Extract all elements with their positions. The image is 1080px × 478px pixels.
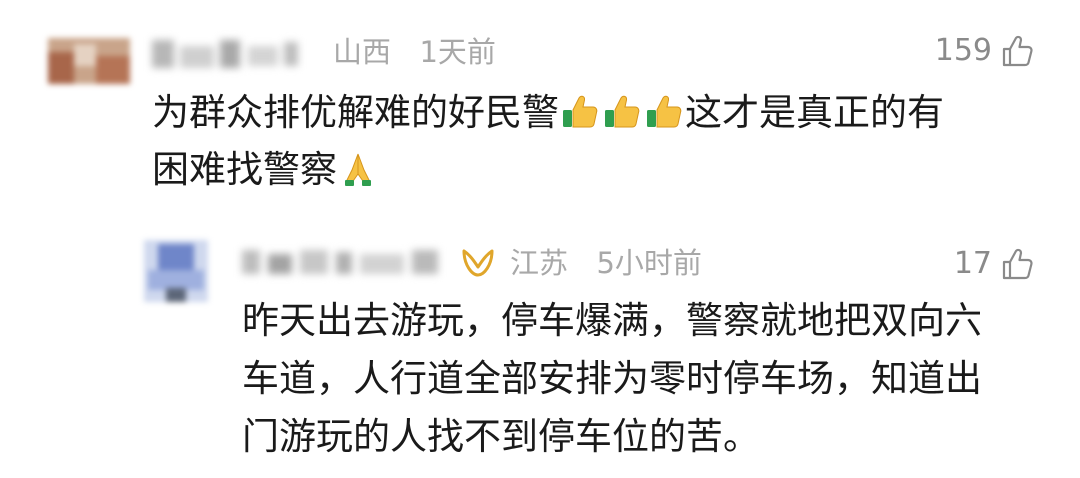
thumbs-up-emoji-icon [605, 95, 640, 128]
avatar[interactable] [144, 240, 208, 302]
avatar[interactable] [48, 38, 130, 84]
thumbs-up-emoji-icon [647, 95, 682, 128]
username-blurred[interactable] [242, 246, 454, 276]
thumbs-up-icon [1002, 35, 1033, 67]
comment-text-line: 门游玩的人找不到停车位的苦。 [242, 415, 760, 458]
location-label: 江苏 [510, 246, 569, 280]
comment-meta: 山西 1天前 [333, 36, 496, 68]
comment-text-line: 这才是真正的有 [685, 91, 944, 134]
thumbs-up-icon [1002, 248, 1033, 280]
timestamp: 1天前 [419, 35, 496, 69]
comment-meta: 江苏 5小时前 [510, 247, 702, 279]
comment-text-line: 昨天出去游玩，停车爆满，警察就地把双向六 [242, 299, 982, 342]
comment-text-line: 为群众排优解难的好民警 [152, 91, 559, 134]
timestamp: 5小时前 [596, 246, 702, 280]
comment-text: 昨天出去游玩，停车爆满，警察就地把双向六 车道，人行道全部安排为零时停车场，知道… [242, 292, 982, 466]
comment-text-line: 困难找警察 [152, 148, 337, 191]
comment-text: 为群众排优解难的好民警 这才是真正的有 困难找警察 [152, 84, 944, 198]
like-count: 17 [953, 246, 992, 281]
comment-text-line: 车道，人行道全部安排为零时停车场，知道出 [242, 357, 982, 400]
location-label: 山西 [333, 35, 392, 69]
username-blurred[interactable] [152, 38, 320, 70]
vip-badge-icon [462, 249, 494, 277]
thumbs-up-emoji-icon [563, 95, 598, 128]
folded-hands-emoji-icon [345, 153, 371, 186]
like-button[interactable]: 159 [935, 34, 1034, 68]
like-count: 159 [934, 33, 992, 68]
like-button[interactable]: 17 [954, 247, 1034, 281]
